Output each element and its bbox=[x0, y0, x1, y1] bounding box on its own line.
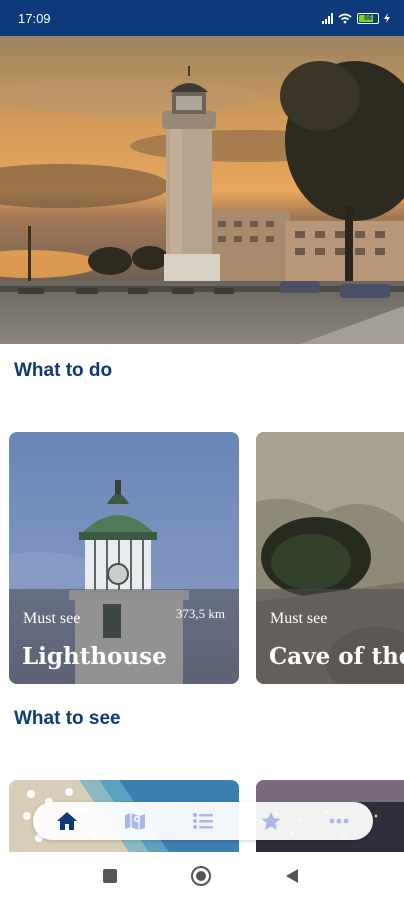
battery-icon: 86 bbox=[357, 12, 379, 24]
status-icons: 86 bbox=[322, 12, 390, 24]
card-lighthouse[interactable]: Must see 373,5 km Lighthouse bbox=[9, 432, 239, 684]
card-tag: Must see bbox=[270, 610, 328, 627]
nav-list-button[interactable] bbox=[183, 803, 223, 839]
list-icon bbox=[193, 813, 213, 829]
nav-home-button[interactable] bbox=[47, 803, 87, 839]
wifi-icon bbox=[338, 13, 352, 23]
card-title: Cave of the bbox=[269, 643, 404, 670]
nav-map-button[interactable] bbox=[115, 803, 155, 839]
card-title: Lighthouse bbox=[22, 643, 167, 670]
status-bar: 17:09 86 bbox=[0, 0, 404, 36]
home-circle-icon bbox=[191, 866, 211, 886]
section-title-what-to-see: What to see bbox=[14, 708, 121, 729]
recents-button[interactable] bbox=[98, 864, 122, 888]
status-time: 17:09 bbox=[18, 10, 51, 26]
signal-icon bbox=[322, 12, 333, 24]
battery-level: 86 bbox=[364, 14, 372, 22]
hero-lighthouse-image bbox=[0, 36, 404, 344]
home-system-button[interactable] bbox=[189, 864, 213, 888]
more-icon bbox=[329, 818, 349, 824]
map-icon bbox=[125, 813, 145, 830]
home-icon bbox=[57, 812, 77, 830]
card-cave[interactable]: Must see Cave of the bbox=[256, 432, 404, 684]
recents-square-icon bbox=[103, 869, 117, 883]
system-navigation-bar bbox=[0, 852, 404, 900]
back-triangle-icon bbox=[286, 869, 298, 883]
bottom-navigation bbox=[33, 802, 373, 840]
nav-more-button[interactable] bbox=[319, 803, 359, 839]
nav-favorites-button[interactable] bbox=[251, 803, 291, 839]
card-distance: 373,5 km bbox=[175, 606, 225, 621]
section-title-what-to-do: What to do bbox=[14, 360, 113, 381]
charging-icon bbox=[384, 13, 390, 23]
back-button[interactable] bbox=[280, 864, 304, 888]
favorites-star-icon bbox=[261, 812, 281, 830]
card-tag: Must see bbox=[23, 610, 81, 627]
